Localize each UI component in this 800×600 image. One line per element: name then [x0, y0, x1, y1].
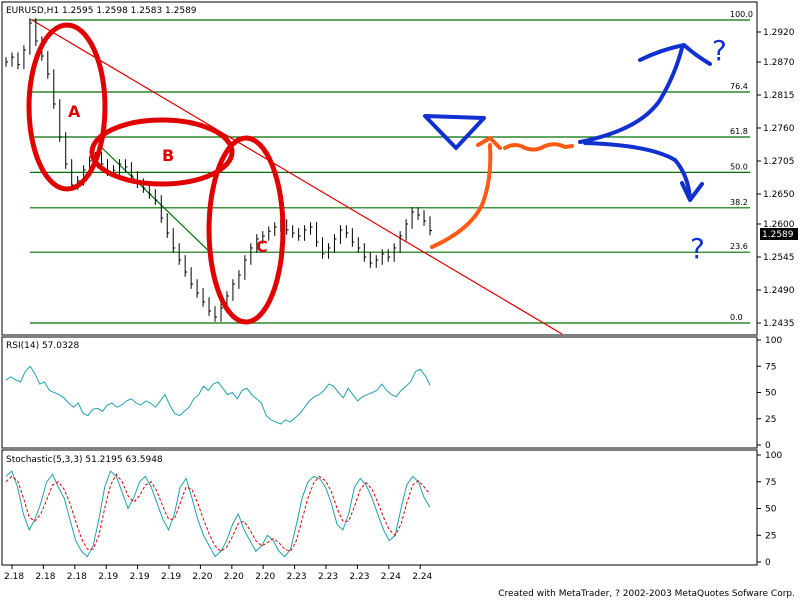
- time-tick-label: 2.20: [192, 572, 212, 582]
- price-panel: [1, 1, 758, 336]
- time-tick-label: 2.19: [161, 572, 181, 582]
- price-ytick-label: 1.2870: [763, 58, 795, 68]
- price-ytick-label: 1.2435: [763, 319, 795, 329]
- stoch-ytick-label: 0: [765, 558, 771, 568]
- rsi-header: RSI(14) 57.0328: [6, 341, 79, 351]
- rsi-ytick-label: 75: [765, 362, 776, 372]
- label-a: A: [68, 102, 81, 121]
- stochastic-header: Stochastic(5,3,3) 51.2195 63.5948: [6, 455, 163, 465]
- fib-label: 23.6: [730, 242, 748, 251]
- fib-label: 38.2: [730, 198, 748, 207]
- time-tick-label: 2.19: [130, 572, 150, 582]
- last-price-label: 1.2589: [762, 230, 794, 240]
- fib-label: 50.0: [730, 162, 748, 171]
- fib-label: 61.8: [730, 127, 748, 136]
- time-tick-label: 2.23: [318, 572, 338, 582]
- footer-credit: Created with MetaTrader, ? 2002-2003 Met…: [498, 589, 795, 599]
- stoch-ytick-label: 100: [765, 451, 782, 461]
- time-tick-label: 2.18: [35, 572, 55, 582]
- price-ytick-label: 1.2705: [763, 157, 795, 167]
- price-ytick-label: 1.2545: [763, 253, 795, 263]
- time-tick-label: 2.24: [412, 572, 432, 582]
- question-mark-up: ?: [712, 34, 727, 67]
- question-mark-down: ?: [690, 232, 705, 265]
- rsi-ytick-label: 25: [765, 415, 776, 425]
- rsi-ytick-label: 50: [765, 389, 777, 399]
- stoch-ytick-label: 25: [765, 531, 776, 541]
- price-ytick-label: 1.2760: [763, 124, 795, 134]
- rsi-ytick-label: 100: [765, 336, 782, 346]
- price-ytick-label: 1.2815: [763, 91, 795, 101]
- time-tick-label: 2.24: [381, 572, 401, 582]
- rsi-ytick-label: 0: [765, 441, 771, 451]
- stoch-ytick-label: 50: [765, 505, 777, 515]
- metatrader-chart: 1.29201.28701.28151.27601.27051.26501.26…: [1, 1, 798, 599]
- rsi-panel: [1, 336, 758, 449]
- time-tick-label: 2.20: [224, 572, 244, 582]
- time-tick-label: 2.19: [98, 572, 118, 582]
- price-ytick-label: 1.2650: [763, 190, 795, 200]
- price-ytick-label: 1.2490: [763, 286, 795, 296]
- stoch-ytick-label: 75: [765, 478, 776, 488]
- fib-label: 76.4: [730, 82, 748, 91]
- time-tick-label: 2.23: [349, 572, 369, 582]
- time-tick-label: 2.18: [4, 572, 24, 582]
- stochastic-panel: [1, 449, 758, 566]
- time-tick-label: 2.20: [255, 572, 275, 582]
- price-header: EURUSD,H1 1.2595 1.2598 1.2583 1.2589: [6, 6, 197, 16]
- label-c: C: [256, 237, 268, 256]
- time-tick-label: 2.18: [67, 572, 87, 582]
- time-tick-label: 2.23: [287, 572, 307, 582]
- label-b: B: [162, 146, 174, 165]
- fib-label: 100.0: [730, 10, 753, 19]
- price-ytick-label: 1.2920: [763, 28, 795, 38]
- fib-label: 0.0: [730, 313, 743, 322]
